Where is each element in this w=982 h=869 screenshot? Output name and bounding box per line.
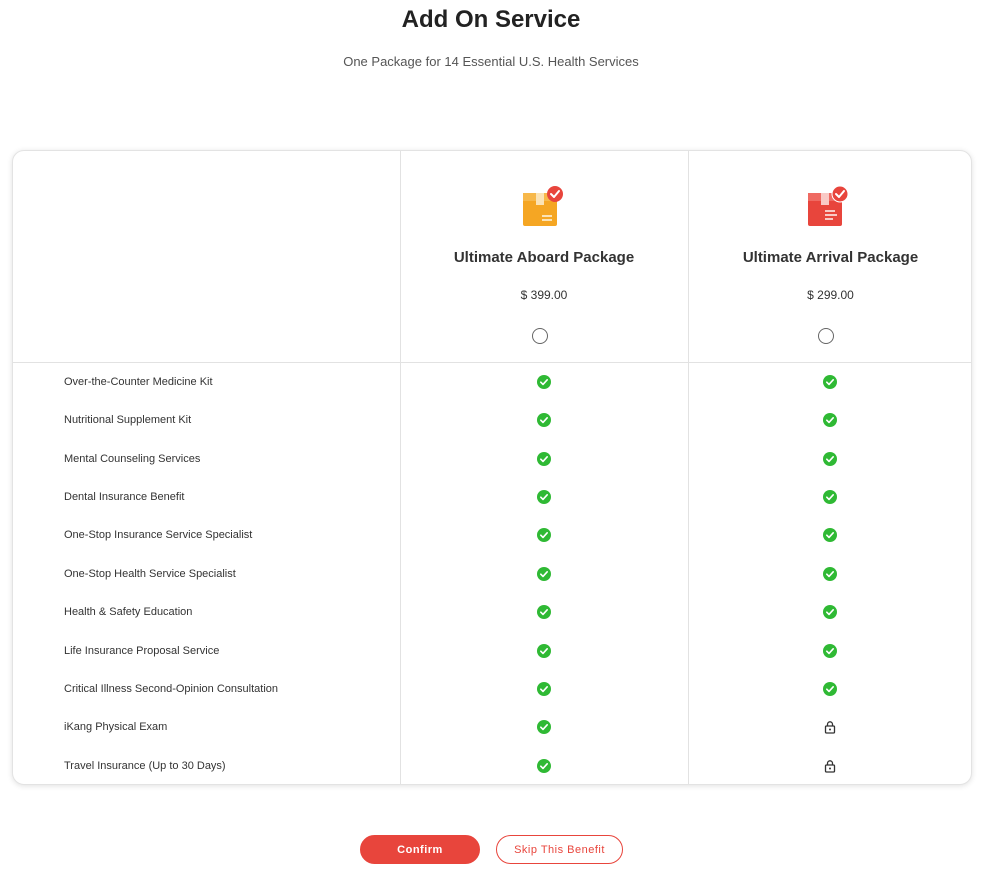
page-title: Add On Service xyxy=(401,6,581,33)
check-icon xyxy=(537,759,551,773)
feature-label: One-Stop Health Service Specialist xyxy=(64,568,236,580)
feature-row: Nutritional Supplement Kit xyxy=(13,401,971,439)
package-box-icon xyxy=(808,185,849,226)
check-icon xyxy=(537,375,551,389)
check-icon xyxy=(823,605,837,619)
check-icon xyxy=(537,413,551,427)
check-icon xyxy=(537,452,551,466)
feature-row: One-Stop Insurance Service Specialist xyxy=(13,516,971,554)
skip-benefit-button[interactable]: Skip This Benefit xyxy=(496,835,623,864)
check-icon xyxy=(537,567,551,581)
feature-label: Over-the-Counter Medicine Kit xyxy=(64,376,213,388)
feature-row: Travel Insurance (Up to 30 Days) xyxy=(13,747,971,784)
check-icon xyxy=(537,528,551,542)
page-subtitle: One Package for 14 Essential U.S. Health… xyxy=(343,54,639,69)
feature-row: Dental Insurance Benefit xyxy=(13,478,971,516)
package-column-arrival: Ultimate Arrival Package $ 299.00 xyxy=(688,151,971,362)
feature-label: Travel Insurance (Up to 30 Days) xyxy=(64,760,226,772)
check-icon xyxy=(823,490,837,504)
check-icon xyxy=(823,452,837,466)
feature-row: One-Stop Health Service Specialist xyxy=(13,555,971,593)
check-icon xyxy=(823,413,837,427)
feature-label: Critical Illness Second-Opinion Consulta… xyxy=(64,683,278,695)
package-name: Ultimate Aboard Package xyxy=(453,249,635,266)
package-name: Ultimate Arrival Package xyxy=(742,249,919,266)
lock-icon xyxy=(823,720,837,734)
check-icon xyxy=(823,375,837,389)
package-comparison-table: Ultimate Aboard Package $ 399.00 Ultimat… xyxy=(12,150,972,785)
feature-label: Mental Counseling Services xyxy=(64,453,201,465)
feature-label: Dental Insurance Benefit xyxy=(64,491,185,503)
check-icon xyxy=(823,528,837,542)
feature-label: Nutritional Supplement Kit xyxy=(64,414,192,426)
feature-row: Health & Safety Education xyxy=(13,593,971,631)
feature-row: Critical Illness Second-Opinion Consulta… xyxy=(13,670,971,708)
package-price: $ 399.00 xyxy=(520,288,568,302)
check-icon xyxy=(537,720,551,734)
package-column-aboard: Ultimate Aboard Package $ 399.00 xyxy=(400,151,688,362)
lock-icon xyxy=(823,759,837,773)
check-icon xyxy=(537,605,551,619)
feature-row: Mental Counseling Services xyxy=(13,440,971,478)
feature-label: iKang Physical Exam xyxy=(64,721,168,733)
package-box-icon xyxy=(523,186,563,226)
package-select-radio-arrival[interactable] xyxy=(818,328,834,344)
check-icon xyxy=(537,490,551,504)
check-icon xyxy=(823,567,837,581)
check-icon xyxy=(537,644,551,658)
feature-row: Life Insurance Proposal Service xyxy=(13,632,971,670)
check-icon xyxy=(823,644,837,658)
confirm-button[interactable]: Confirm xyxy=(360,835,480,864)
package-select-radio-aboard[interactable] xyxy=(532,328,548,344)
feature-label: Health & Safety Education xyxy=(64,606,193,618)
feature-row: iKang Physical Exam xyxy=(13,708,971,746)
check-icon xyxy=(823,682,837,696)
package-price: $ 299.00 xyxy=(807,288,854,302)
feature-row: Over-the-Counter Medicine Kit xyxy=(13,363,971,401)
feature-label: Life Insurance Proposal Service xyxy=(64,645,220,657)
feature-label: One-Stop Insurance Service Specialist xyxy=(64,529,253,541)
check-icon xyxy=(537,682,551,696)
